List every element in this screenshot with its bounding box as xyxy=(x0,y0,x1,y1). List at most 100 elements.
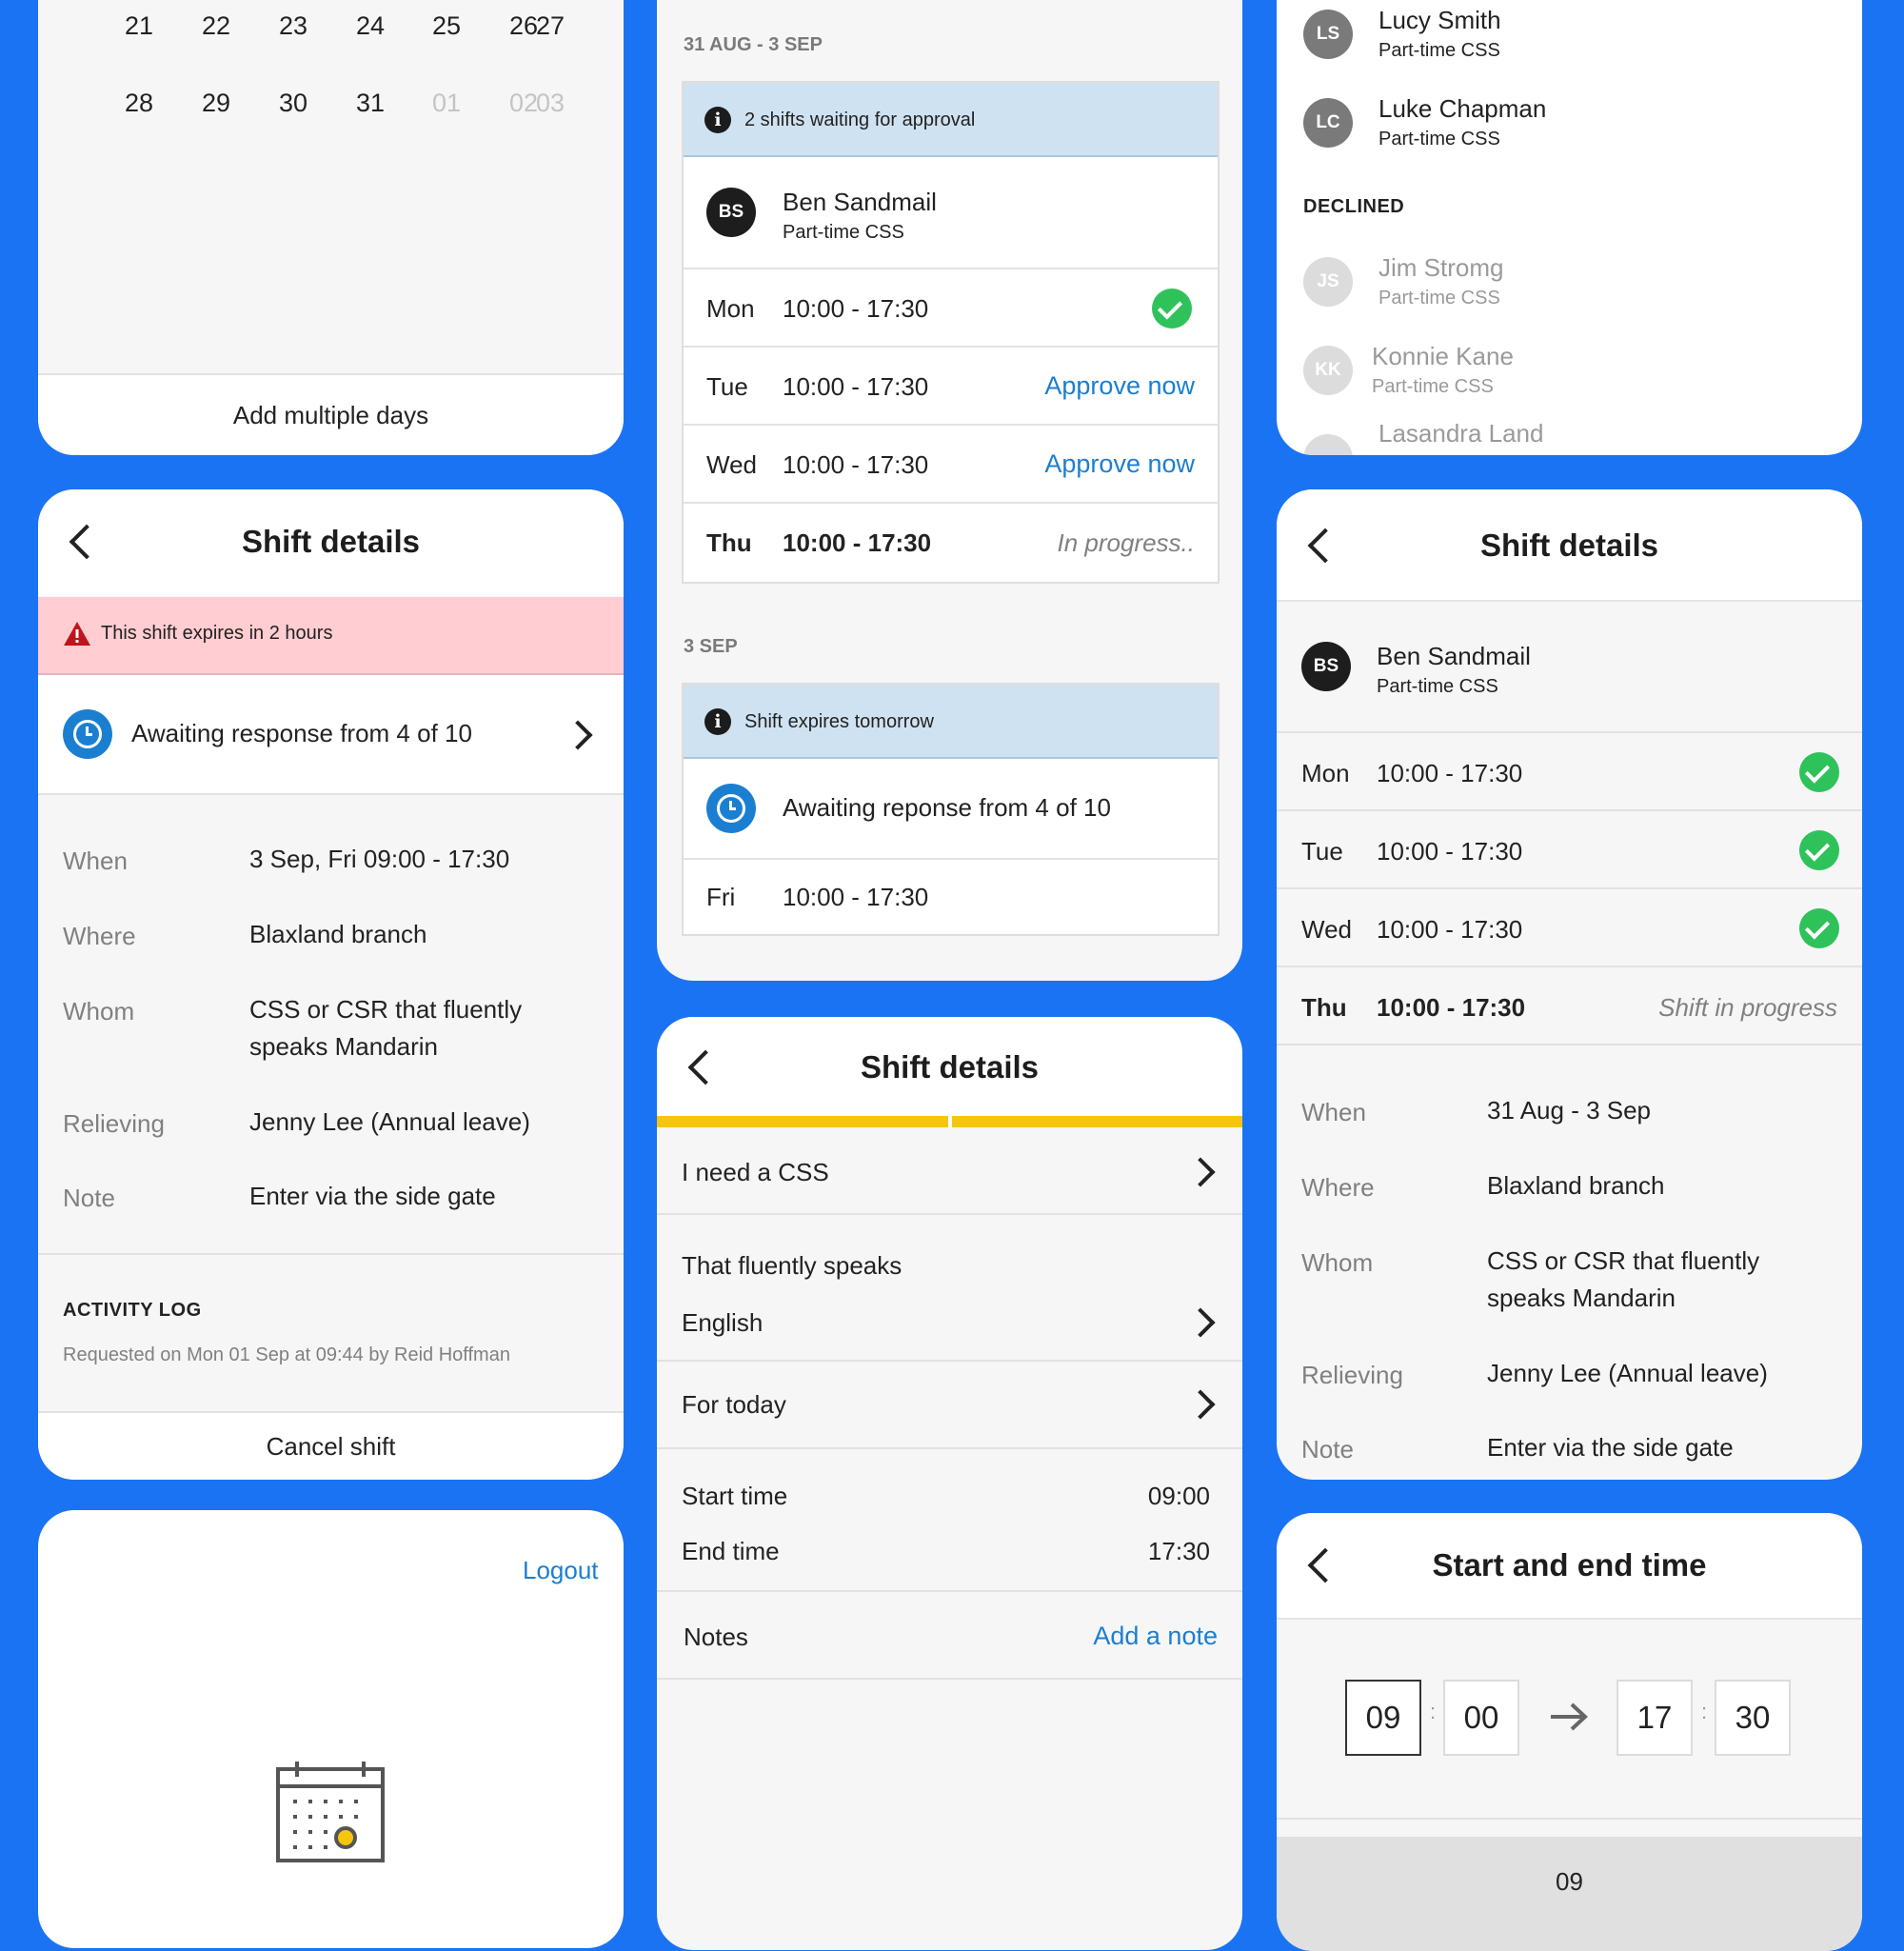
responder-name: Lasandra Land xyxy=(1378,419,1544,448)
shift-list-card: 31 AUG - 3 SEP i 2 shifts waiting for ap… xyxy=(657,0,1242,981)
add-multiple-days-button[interactable]: Add multiple days xyxy=(38,375,624,455)
start-time-value: 09:00 xyxy=(1147,1482,1210,1510)
notes-row: Notes Add a note xyxy=(657,1592,1242,1680)
end-time-label: End time xyxy=(682,1537,780,1565)
awaiting-response-row[interactable]: Awaiting response from 4 of 10 xyxy=(38,675,624,795)
day-label: Wed xyxy=(706,450,757,479)
time-separator: : xyxy=(1701,1700,1708,1723)
person-row[interactable]: BS Ben Sandmail Part-time CSS xyxy=(1277,602,1862,733)
time-wheel-value: 09 xyxy=(1556,1867,1583,1896)
avatar xyxy=(1303,434,1353,455)
calendar-day[interactable]: 24 xyxy=(332,11,408,41)
shift-details-card-right: Shift details BS Ben Sandmail Part-time … xyxy=(1277,489,1862,1480)
shift-row-tue: Tue 10:00 - 17:30 xyxy=(1277,811,1862,889)
shift-row-wed: Wed 10:00 - 17:30 xyxy=(1277,889,1862,967)
where-value: Blaxland branch xyxy=(249,920,427,948)
need-row[interactable]: I need a CSS xyxy=(657,1127,1242,1215)
day-label: Mon xyxy=(706,294,755,323)
responder-row: JS Jim Stromg Part-time CSS xyxy=(1277,248,1862,333)
shift-group: i Shift expires tomorrow Awaiting repons… xyxy=(682,683,1220,936)
speaks-row[interactable]: That fluently speaks English xyxy=(657,1215,1242,1362)
expiry-banner: i Shift expires tomorrow xyxy=(684,685,1218,759)
approval-banner-text: 2 shifts waiting for approval xyxy=(744,109,976,130)
calendar-day[interactable]: 28 xyxy=(101,89,177,118)
calendar-day[interactable]: 21 xyxy=(101,11,177,41)
note-value: Enter via the side gate xyxy=(1487,1433,1734,1462)
notes-label: Notes xyxy=(684,1623,748,1651)
whom-value: CSS or CSR that fluently speaks Mandarin xyxy=(249,995,523,1061)
note-label: Note xyxy=(63,1184,115,1212)
person-row[interactable]: BS Ben Sandmail Part-time CSS xyxy=(684,157,1218,269)
shift-row-mon: Mon 10:00 - 17:30 xyxy=(1277,733,1862,811)
expiry-alert: This shift expires in 2 hours xyxy=(38,597,624,675)
chevron-right-icon xyxy=(1185,1157,1216,1187)
approved-check-icon xyxy=(1152,289,1192,328)
calendar-day[interactable]: 23 xyxy=(255,11,331,41)
approved-check-icon xyxy=(1799,908,1839,948)
warning-icon xyxy=(64,622,90,646)
end-minute-field[interactable]: 30 xyxy=(1715,1680,1791,1756)
logout-card: Logout xyxy=(38,1510,624,1948)
avatar: LC xyxy=(1303,98,1353,148)
calendar-day[interactable]: 22 xyxy=(178,11,254,41)
chevron-right-icon xyxy=(1185,1307,1216,1338)
relieving-value: Jenny Lee (Annual leave) xyxy=(249,1107,530,1136)
awaiting-response-row[interactable]: Awaiting reponse from 4 of 10 xyxy=(684,759,1218,860)
logout-link[interactable]: Logout xyxy=(523,1556,599,1585)
calendar-day[interactable]: 29 xyxy=(178,89,254,118)
person-name: Ben Sandmail xyxy=(783,188,937,216)
calendar-day[interactable]: 27 xyxy=(512,11,588,41)
page-title: Start and end time xyxy=(1432,1547,1707,1583)
date-label: For today xyxy=(682,1390,786,1419)
avatar: KK xyxy=(1303,346,1353,395)
avatar: LS xyxy=(1303,10,1353,59)
add-note-link[interactable]: Add a note xyxy=(1093,1622,1218,1651)
shift-row-thu: Thu 10:00 - 17:30 Shift in progress xyxy=(1277,967,1862,1045)
cancel-shift-button[interactable]: Cancel shift xyxy=(38,1413,624,1480)
time-label: 10:00 - 17:30 xyxy=(783,450,929,479)
header: Shift details xyxy=(1277,489,1862,602)
time-range-row[interactable]: Start time 09:00 End time 17:30 xyxy=(657,1449,1242,1592)
start-minute-field[interactable]: 00 xyxy=(1443,1680,1519,1756)
person-role: Part-time CSS xyxy=(1377,676,1498,697)
day-label: Tue xyxy=(706,372,748,401)
calendar-day[interactable]: 31 xyxy=(332,89,408,118)
date-row[interactable]: For today xyxy=(657,1362,1242,1449)
approve-now-link[interactable]: Approve now xyxy=(1044,371,1195,401)
person-name: Ben Sandmail xyxy=(1377,642,1531,670)
end-time-value: 17:30 xyxy=(1147,1537,1210,1565)
responder-row: LS Lucy Smith Part-time CSS xyxy=(1277,0,1862,86)
need-label: I need a CSS xyxy=(682,1158,829,1186)
responder-name: Lucy Smith xyxy=(1378,6,1501,34)
note-label: Note xyxy=(1301,1435,1354,1463)
shift-row-thu: Thu 10:00 - 17:30 In progress.. xyxy=(684,504,1218,580)
calendar-day[interactable]: 30 xyxy=(255,89,331,118)
whom-label: Whom xyxy=(1301,1248,1374,1277)
info-icon: i xyxy=(704,107,731,133)
time-label: 10:00 - 17:30 xyxy=(1377,837,1523,866)
start-hour-field[interactable]: 09 xyxy=(1345,1680,1421,1756)
responder-name: Konnie Kane xyxy=(1372,342,1514,370)
day-label: Thu xyxy=(1301,993,1347,1022)
time-label: 10:00 - 17:30 xyxy=(1377,915,1523,944)
time-separator: : xyxy=(1430,1700,1437,1723)
divider xyxy=(1277,1818,1862,1820)
shift-row-wed: Wed 10:00 - 17:30 Approve now xyxy=(684,426,1218,504)
approve-now-link[interactable]: Approve now xyxy=(1044,449,1195,479)
header: Start and end time xyxy=(1277,1513,1862,1620)
clock-icon xyxy=(63,709,112,759)
end-hour-field[interactable]: 17 xyxy=(1616,1680,1693,1756)
shift-row-fri: Fri 10:00 - 17:30 xyxy=(684,860,1218,934)
approved-check-icon xyxy=(1799,752,1839,792)
relieving-label: Relieving xyxy=(1301,1361,1403,1389)
shift-group: i 2 shifts waiting for approval BS Ben S… xyxy=(682,81,1220,584)
declined-heading: DECLINED xyxy=(1303,196,1405,217)
header: Shift details xyxy=(38,489,624,596)
time-wheel[interactable]: 09 xyxy=(1277,1837,1862,1951)
cancel-shift-label: Cancel shift xyxy=(266,1432,396,1461)
responder-role: Part-time CSS xyxy=(1372,376,1494,397)
calendar-card: 21 22 23 24 25 26 27 28 29 30 31 01 02 0… xyxy=(38,0,624,455)
shift-row-mon: Mon 10:00 - 17:30 xyxy=(684,269,1218,348)
when-value: 3 Sep, Fri 09:00 - 17:30 xyxy=(249,845,510,873)
calendar-day[interactable]: 25 xyxy=(408,11,485,41)
